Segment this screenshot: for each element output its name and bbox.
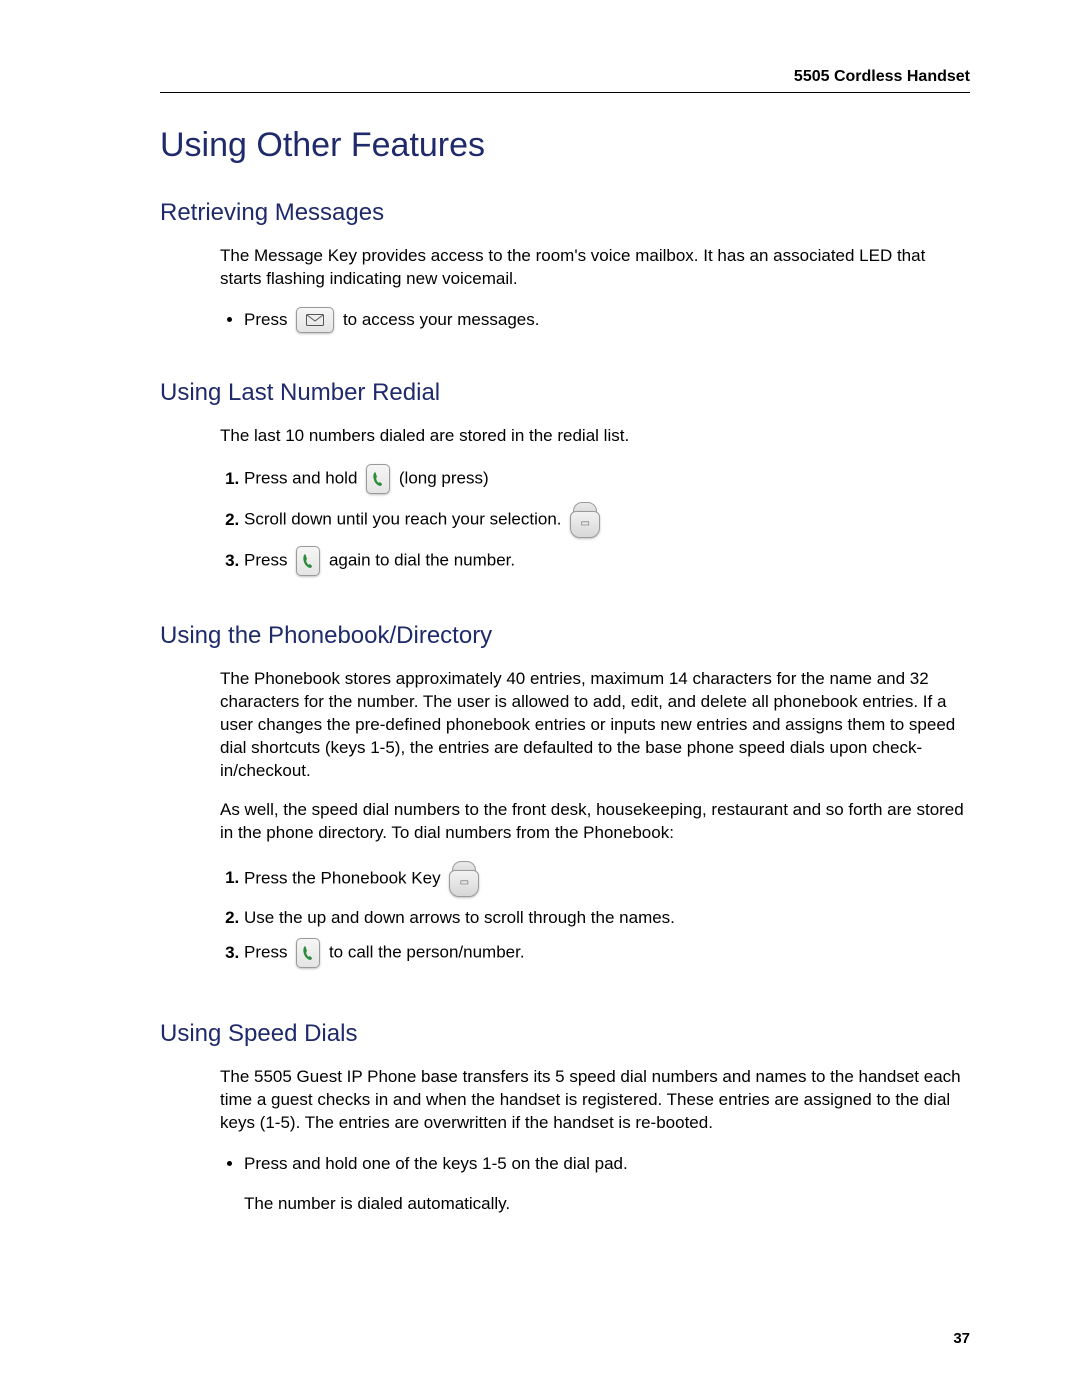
- text-press-again-post: again to dial the number.: [329, 551, 515, 570]
- redial-step-3: Press again to dial the number.: [244, 546, 970, 576]
- call-key-icon: [296, 546, 320, 576]
- section-heading-retrieving: Retrieving Messages: [160, 199, 970, 227]
- text-long-press: (long press): [399, 469, 489, 488]
- call-key-icon: [296, 938, 320, 968]
- redial-step-2: Scroll down until you reach your selecti…: [244, 502, 970, 538]
- content-area: Using Other Features Retrieving Messages…: [160, 126, 970, 1216]
- text-press-phonebook-key: Press the Phonebook Key: [244, 868, 441, 887]
- speeddial-bullet: Press and hold one of the keys 1-5 on th…: [244, 1151, 970, 1216]
- text-use-arrows: Use the up and down arrows to scroll thr…: [244, 908, 675, 927]
- section-body-phonebook: The Phonebook stores approximately 40 en…: [220, 668, 970, 968]
- page-number: 37: [953, 1330, 970, 1347]
- section-heading-redial: Using Last Number Redial: [160, 379, 970, 407]
- redial-para: The last 10 numbers dialed are stored in…: [220, 425, 970, 448]
- text-press-hold-keys: Press and hold one of the keys 1-5 on th…: [244, 1154, 628, 1173]
- phonebook-step-3: Press to call the person/number.: [244, 938, 970, 968]
- retrieving-step: Press to access your messages.: [244, 307, 970, 334]
- message-key-icon: [296, 307, 334, 333]
- section-heading-speeddial: Using Speed Dials: [160, 1020, 970, 1048]
- page: 5505 Cordless Handset Using Other Featur…: [0, 0, 1080, 1397]
- text-access-messages: to access your messages.: [343, 310, 540, 329]
- phonebook-para-1: The Phonebook stores approximately 40 en…: [220, 668, 970, 783]
- header-product: 5505 Cordless Handset: [794, 68, 970, 86]
- speeddial-para: The 5505 Guest IP Phone base transfers i…: [220, 1066, 970, 1135]
- phonebook-step-1: Press the Phonebook Key ▭: [244, 861, 970, 897]
- phonebook-para-2: As well, the speed dial numbers to the f…: [220, 799, 970, 845]
- text-press-call-pre: Press: [244, 943, 287, 962]
- phonebook-key-icon: ▭: [570, 502, 600, 538]
- section-heading-phonebook: Using the Phonebook/Directory: [160, 622, 970, 650]
- section-body-redial: The last 10 numbers dialed are stored in…: [220, 425, 970, 576]
- call-key-icon: [366, 464, 390, 494]
- text-press-again-pre: Press: [244, 551, 287, 570]
- speeddial-after: The number is dialed automatically.: [244, 1191, 970, 1217]
- retrieving-para: The Message Key provides access to the r…: [220, 245, 970, 291]
- section-body-speeddial: The 5505 Guest IP Phone base transfers i…: [220, 1066, 970, 1216]
- text-press-call-post: to call the person/number.: [329, 943, 525, 962]
- section-body-retrieving: The Message Key provides access to the r…: [220, 245, 970, 333]
- header-rule: [160, 92, 970, 93]
- text-press: Press: [244, 310, 287, 329]
- phonebook-key-icon: ▭: [449, 861, 479, 897]
- page-title: Using Other Features: [160, 126, 970, 165]
- text-scroll-selection: Scroll down until you reach your selecti…: [244, 510, 562, 529]
- phonebook-step-2: Use the up and down arrows to scroll thr…: [244, 905, 970, 931]
- redial-step-1: Press and hold (long press): [244, 464, 970, 494]
- text-press-hold: Press and hold: [244, 469, 357, 488]
